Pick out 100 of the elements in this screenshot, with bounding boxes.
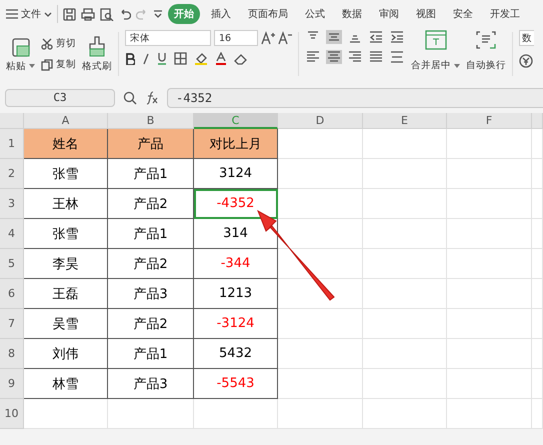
table-cell[interactable] (447, 369, 532, 399)
align-middle-icon[interactable] (326, 30, 342, 44)
table-cell[interactable]: 产品1 (108, 159, 194, 189)
table-cell[interactable] (278, 339, 363, 369)
table-cell[interactable]: 1213 (194, 279, 278, 309)
table-cell[interactable] (278, 279, 363, 309)
row-header[interactable]: 9 (0, 369, 24, 399)
table-cell[interactable]: 产品3 (108, 369, 194, 399)
font-color-icon[interactable] (215, 52, 227, 65)
table-cell[interactable]: 产品1 (108, 339, 194, 369)
wrap-text-button[interactable]: 自动换行 (466, 59, 506, 72)
table-cell[interactable]: 张雪 (24, 159, 108, 189)
row-header[interactable]: 5 (0, 249, 24, 279)
dropdown-icon[interactable] (153, 10, 163, 18)
table-cell[interactable]: 林雪 (24, 369, 108, 399)
table-cell[interactable]: 产品2 (108, 249, 194, 279)
format-painter-button[interactable]: 格式刷 (82, 60, 112, 72)
table-cell[interactable]: 3124 (194, 159, 278, 189)
row-header[interactable]: 10 (0, 399, 24, 429)
table-cell[interactable]: 张雪 (24, 219, 108, 249)
table-cell[interactable] (363, 189, 447, 219)
table-cell[interactable] (363, 249, 447, 279)
caret-icon[interactable] (454, 64, 460, 68)
currency-icon[interactable] (519, 54, 533, 68)
table-cell[interactable] (447, 219, 532, 249)
fill-color-icon[interactable] (194, 52, 208, 65)
table-cell[interactable] (532, 159, 543, 189)
print-icon[interactable] (81, 8, 95, 20)
row-header[interactable]: 4 (0, 219, 24, 249)
table-cell[interactable] (363, 159, 447, 189)
formula-field[interactable]: -4352 (167, 88, 543, 108)
table-cell[interactable] (532, 309, 543, 339)
table-cell[interactable] (532, 399, 543, 429)
table-cell[interactable] (278, 129, 363, 159)
align-center-icon[interactable] (326, 50, 342, 64)
column-header[interactable] (532, 113, 543, 129)
table-cell[interactable] (363, 339, 447, 369)
table-cell[interactable] (447, 279, 532, 309)
copy-icon[interactable] (41, 58, 53, 70)
table-cell[interactable] (447, 309, 532, 339)
ribbon-tab[interactable]: 插入 (205, 4, 237, 24)
table-cell[interactable] (447, 159, 532, 189)
table-cell[interactable]: -4352 (194, 189, 278, 219)
table-cell[interactable] (447, 129, 532, 159)
save-icon[interactable] (63, 8, 76, 20)
table-cell[interactable] (532, 189, 543, 219)
row-header[interactable]: 2 (0, 159, 24, 189)
ribbon-tab[interactable]: 公式 (299, 4, 331, 24)
decrease-font-icon[interactable] (278, 31, 292, 45)
table-cell[interactable] (24, 399, 108, 429)
table-cell[interactable] (278, 159, 363, 189)
table-cell[interactable] (108, 399, 194, 429)
underline-icon[interactable] (157, 52, 167, 65)
font-size-field[interactable]: 16 (214, 30, 258, 46)
number-format-field[interactable]: 数 (519, 30, 534, 46)
increase-font-icon[interactable] (261, 31, 275, 45)
table-cell[interactable] (532, 369, 543, 399)
align-right-icon[interactable] (347, 50, 363, 64)
table-cell[interactable] (363, 309, 447, 339)
table-cell[interactable]: 王林 (24, 189, 108, 219)
table-cell[interactable] (532, 279, 543, 309)
column-header[interactable]: B (108, 113, 194, 129)
wrap-text-icon[interactable] (475, 30, 497, 50)
table-cell[interactable]: 产品2 (108, 189, 194, 219)
header-cell[interactable]: 产品 (108, 129, 194, 159)
table-cell[interactable]: 314 (194, 219, 278, 249)
table-cell[interactable] (532, 339, 543, 369)
table-cell[interactable]: 刘伟 (24, 339, 108, 369)
merge-cells-icon[interactable] (424, 30, 446, 50)
select-all-corner[interactable] (0, 113, 24, 129)
border-icon[interactable] (174, 52, 187, 65)
table-cell[interactable] (278, 309, 363, 339)
table-cell[interactable] (363, 399, 447, 429)
caret-icon[interactable] (29, 64, 35, 68)
table-cell[interactable] (363, 279, 447, 309)
paste-icon[interactable] (10, 36, 32, 58)
row-header[interactable]: 7 (0, 309, 24, 339)
ribbon-tab[interactable]: 数据 (336, 4, 368, 24)
table-cell[interactable] (194, 399, 278, 429)
table-cell[interactable] (532, 249, 543, 279)
column-header[interactable]: A (24, 113, 108, 129)
header-cell[interactable]: 对比上月 (194, 129, 278, 159)
table-cell[interactable]: -344 (194, 249, 278, 279)
align-left-icon[interactable] (305, 50, 321, 64)
column-header[interactable]: E (363, 113, 447, 129)
table-cell[interactable] (278, 249, 363, 279)
table-cell[interactable]: 吴雪 (24, 309, 108, 339)
table-cell[interactable] (278, 369, 363, 399)
zoom-icon[interactable] (123, 90, 137, 104)
bold-icon[interactable] (125, 52, 135, 64)
ribbon-tab[interactable]: 开发工 (484, 4, 526, 24)
increase-indent-icon[interactable] (389, 30, 405, 44)
table-cell[interactable] (532, 129, 543, 159)
redo-icon[interactable] (136, 8, 148, 20)
table-cell[interactable] (532, 219, 543, 249)
table-cell[interactable] (447, 249, 532, 279)
ribbon-tab[interactable]: 视图 (410, 4, 442, 24)
table-cell[interactable]: -5543 (194, 369, 278, 399)
print-preview-icon[interactable] (100, 8, 114, 20)
table-cell[interactable] (278, 189, 363, 219)
